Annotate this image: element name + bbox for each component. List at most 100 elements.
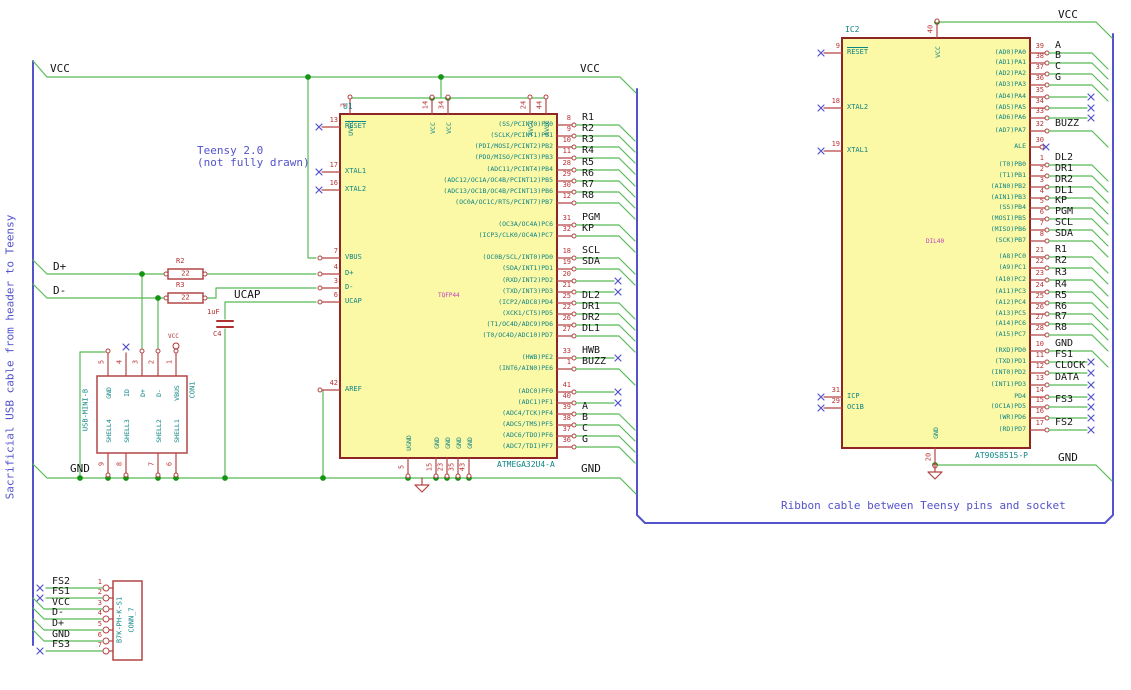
net-label-pgm[interactable]: PGM [582, 213, 600, 223]
u1-pin-end-15 [433, 473, 439, 479]
net-label-r3[interactable]: R3 [582, 135, 594, 145]
net-label-ucap[interactable]: UCAP [234, 289, 261, 300]
net-label-d+[interactable]: D+ [53, 261, 66, 272]
u1-pin-end-35 [455, 473, 461, 479]
ic2-pin-end-40 [934, 18, 940, 24]
u1-pin-name-39: (ADC4/TCK)PF4 [502, 409, 553, 417]
net-label-vcc[interactable]: VCC [1058, 9, 1078, 20]
net-label-r4[interactable]: R4 [582, 146, 594, 156]
con1-pin-num-1: 1 [165, 359, 174, 365]
r2-pin-end [163, 271, 169, 277]
net-label-g[interactable]: G [582, 435, 588, 445]
con1-pin-num-9: 9 [97, 461, 106, 467]
net-label-pgm[interactable]: PGM [1055, 207, 1073, 217]
u1-pin-num-13: 13 [329, 116, 338, 124]
net-label-r1[interactable]: R1 [582, 113, 594, 123]
net-label-sda[interactable]: SDA [582, 257, 600, 267]
net-label-hwb[interactable]: HWB [582, 346, 600, 356]
ic2-pin-num-26: 26 [1035, 303, 1044, 311]
net-label-c[interactable]: C [1055, 62, 1061, 72]
ic2-pin-name-25: (A12)PC4 [994, 298, 1026, 306]
net-label-kp[interactable]: KP [582, 224, 594, 234]
net-label-r5[interactable]: R5 [1055, 291, 1067, 301]
net-label-sda[interactable]: SDA [1055, 229, 1073, 239]
ic2-pin-name-11: (TXD)PD1 [994, 357, 1026, 365]
net-label-dl2[interactable]: DL2 [1055, 153, 1073, 163]
net-label-r2[interactable]: R2 [582, 124, 594, 134]
ic2-pin-name-32: (AD7)PA7 [994, 126, 1026, 134]
u1-pin-num-9: 9 [566, 125, 571, 133]
net-label-r4[interactable]: R4 [1055, 280, 1067, 290]
con1-pin-num-5: 5 [97, 359, 106, 365]
u1-pin-name-6: UCAP [345, 297, 362, 305]
net-label-fs3[interactable]: FS3 [1055, 395, 1073, 405]
net-label-d-[interactable]: D- [53, 285, 66, 296]
net-label-data[interactable]: DATA [1055, 373, 1079, 383]
ic2-pin-num-11: 11 [1035, 351, 1044, 359]
net-label-buzz[interactable]: BUZZ [1055, 119, 1079, 129]
net-label-clock[interactable]: CLOCK [1055, 361, 1085, 371]
net-label-gnd[interactable]: GND [581, 463, 601, 474]
con1-pin-num-7: 7 [147, 461, 156, 467]
net-label-scl[interactable]: SCL [1055, 218, 1073, 228]
con1-pin-num-3: 3 [131, 359, 140, 365]
net-label-fs2[interactable]: FS2 [1055, 418, 1073, 428]
u1-pin-name-36: (ADC7/TDI)PF7 [502, 442, 553, 450]
u1-pin-name-43: GND [465, 437, 474, 449]
u1-pin-end-44 [543, 94, 549, 100]
net-label-g[interactable]: G [1055, 73, 1061, 83]
net-label-r6[interactable]: R6 [582, 169, 594, 179]
conn7-pin-num-2: 2 [97, 588, 102, 596]
net-label-b[interactable]: B [582, 413, 588, 423]
ic2-pin-name-17: (RD)PD7 [998, 425, 1026, 433]
net-label-dr1[interactable]: DR1 [1055, 164, 1073, 174]
ic2-pin-num-40: 40 [926, 24, 935, 34]
net-label-dr2[interactable]: DR2 [1055, 175, 1073, 185]
net-label-gnd[interactable]: GND [1055, 339, 1073, 349]
net-label-r3[interactable]: R3 [1055, 268, 1067, 278]
u1-pin-num-41: 41 [562, 381, 571, 389]
net-label-r7[interactable]: R7 [582, 180, 594, 190]
u1-pin-num-17: 17 [329, 161, 338, 169]
conn7-reference: CONN_7 [127, 607, 136, 633]
ic2-pin-name-6: (MOSI)PB5 [990, 214, 1026, 222]
u1-pin-name-12: (OC0A/OC1C/RTS/PCINT7)PB7 [455, 198, 553, 206]
net-label-gnd[interactable]: GND [1058, 452, 1078, 463]
net-label-dl2[interactable]: DL2 [582, 291, 600, 301]
u1-pin-name-38: (ADC5/TMS)PF5 [502, 420, 553, 428]
u1-pin-num-35: 35 [447, 462, 456, 472]
u1-pin-num-12: 12 [562, 192, 571, 200]
net-label-fs1[interactable]: FS1 [1055, 350, 1073, 360]
u1-pin-num-44: 44 [535, 100, 544, 110]
net-label-scl[interactable]: SCL [582, 246, 600, 256]
c4-value: 1uF [207, 308, 220, 316]
ic2-pin-num-32: 32 [1035, 120, 1044, 128]
net-label-r8[interactable]: R8 [1055, 323, 1067, 333]
net-label-kp[interactable]: KP [1055, 196, 1067, 206]
net-label-fs1[interactable]: FS1 [52, 587, 70, 597]
note-teensy-subtitle: (not fully drawn) [197, 156, 310, 169]
net-label-c[interactable]: C [582, 424, 588, 434]
net-label-buzz[interactable]: BUZZ [582, 357, 606, 367]
net-label-r5[interactable]: R5 [582, 158, 594, 168]
net-label-dr1[interactable]: DR1 [582, 302, 600, 312]
net-label-a[interactable]: A [582, 402, 588, 412]
u1-footprint: TQFP44 [438, 292, 460, 299]
net-label-dr2[interactable]: DR2 [582, 313, 600, 323]
net-label-d-[interactable]: D- [52, 608, 64, 618]
net-label-r7[interactable]: R7 [1055, 312, 1067, 322]
ic2-pin-name-29: OC1B [847, 403, 864, 411]
net-label-gnd[interactable]: GND [70, 463, 90, 474]
net-label-dl1[interactable]: DL1 [582, 324, 600, 334]
net-label-r1[interactable]: R1 [1055, 245, 1067, 255]
net-label-r8[interactable]: R8 [582, 191, 594, 201]
net-label-vcc[interactable]: VCC [50, 63, 70, 74]
net-label-r2[interactable]: R2 [1055, 256, 1067, 266]
gnd-power-symbol [927, 471, 943, 480]
vcc-power-symbol [172, 342, 180, 350]
net-label-fs3[interactable]: FS3 [52, 640, 70, 650]
net-label-b[interactable]: B [1055, 51, 1061, 61]
u1-pin-num-19: 19 [562, 258, 571, 266]
net-label-vcc[interactable]: VCC [580, 63, 600, 74]
net-label-d+[interactable]: D+ [52, 619, 64, 629]
